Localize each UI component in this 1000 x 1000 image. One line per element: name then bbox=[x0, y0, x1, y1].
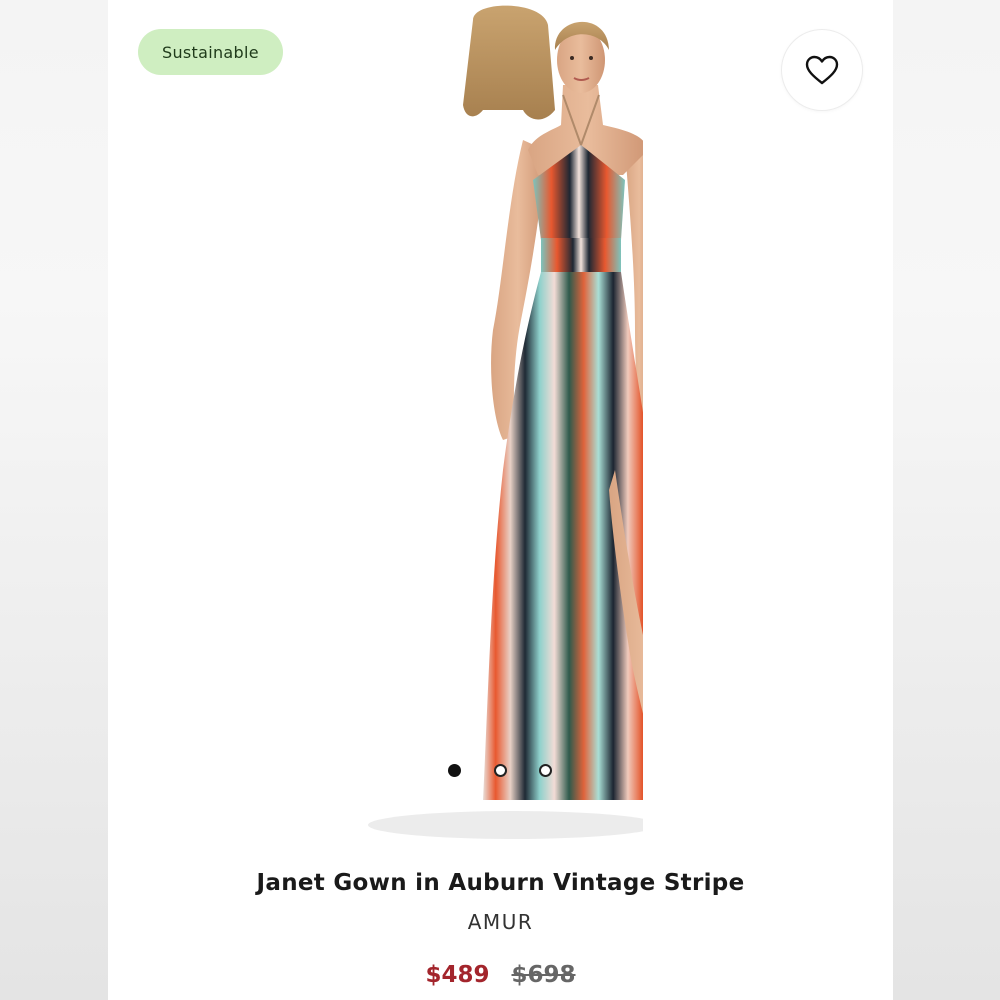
blurred-background-left bbox=[0, 0, 108, 1000]
carousel-dot-1[interactable] bbox=[448, 764, 461, 777]
carousel-dot-2[interactable] bbox=[494, 764, 507, 777]
product-card[interactable]: Sustainable Janet Gown in Auburn Vintage… bbox=[108, 0, 893, 1000]
wishlist-button[interactable] bbox=[782, 30, 862, 110]
original-price: $698 bbox=[511, 962, 576, 988]
heart-outline-icon bbox=[805, 55, 839, 85]
product-image[interactable] bbox=[363, 0, 643, 845]
badge-label: Sustainable bbox=[162, 42, 259, 62]
product-brand[interactable]: AMUR bbox=[108, 910, 893, 934]
carousel-dot-3[interactable] bbox=[539, 764, 552, 777]
sale-price: $489 bbox=[425, 962, 490, 988]
price-row: $489 $698 bbox=[108, 962, 893, 988]
product-title[interactable]: Janet Gown in Auburn Vintage Stripe bbox=[108, 870, 893, 896]
sustainable-badge: Sustainable bbox=[138, 29, 283, 75]
carousel-indicators bbox=[108, 764, 893, 782]
blurred-background-right bbox=[893, 0, 1000, 1000]
